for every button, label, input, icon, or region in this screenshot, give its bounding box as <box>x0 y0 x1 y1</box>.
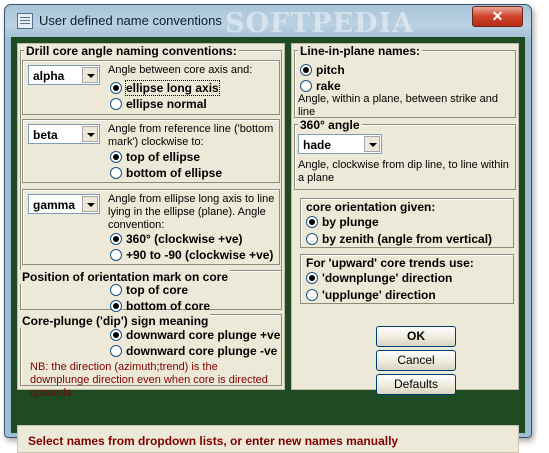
chevron-down-icon[interactable] <box>82 67 98 83</box>
plunge-note: NB: the direction (azimuth;trend) is the… <box>30 361 268 399</box>
chevron-down-icon[interactable] <box>82 126 98 142</box>
mark-option-bottom-radio[interactable] <box>110 300 122 312</box>
orientation-option-plunge-radio[interactable] <box>306 216 318 228</box>
beta-option-top[interactable]: top of ellipse <box>126 150 200 164</box>
beta-option-bottom[interactable]: bottom of ellipse <box>126 166 222 180</box>
upward-option-upplunge-radio[interactable] <box>306 289 318 301</box>
upward-option-downplunge[interactable]: 'downplunge' direction <box>322 271 452 285</box>
gamma-description: Angle from ellipse long axis to line lyi… <box>108 193 275 231</box>
orientation-option-zenith[interactable]: by zenith (angle from vertical) <box>322 232 492 246</box>
angle-360-description: Angle, clockwise from dip line, to line … <box>298 159 509 184</box>
close-button[interactable]: ✕ <box>472 6 523 27</box>
angle-360-combo-value: hade <box>303 138 332 152</box>
line-in-plane-title: Line-in-plane names: <box>298 44 423 58</box>
beta-option-top-radio[interactable] <box>110 151 122 163</box>
gamma-combo-value: gamma <box>33 198 76 212</box>
orientation-option-plunge[interactable]: by plunge <box>322 215 379 229</box>
alpha-option-ellipse-long-axis[interactable]: ellipse long axis <box>125 80 220 96</box>
plunge-option-negative[interactable]: downward core plunge -ve <box>126 344 277 358</box>
dialog-window: User defined name conventions SOFTPEDIA … <box>4 4 532 453</box>
line-option-rake-radio[interactable] <box>300 80 312 92</box>
chevron-down-icon[interactable] <box>82 196 98 212</box>
alpha-option-ellipse-long-axis-radio[interactable] <box>110 82 122 94</box>
drill-core-title: Drill core angle naming conventions: <box>24 44 239 58</box>
gamma-option-90[interactable]: +90 to -90 (clockwise +ve) <box>126 248 273 262</box>
core-plunge-title: Core-plunge ('dip') sign meaning <box>20 314 211 328</box>
alpha-combo[interactable]: alpha <box>28 65 100 85</box>
left-panel: Drill core angle naming conventions: alp… <box>17 43 285 399</box>
gamma-option-360-radio[interactable] <box>110 233 122 245</box>
alpha-option-ellipse-normal-radio[interactable] <box>110 98 122 110</box>
alpha-description: Angle between core axis and: <box>108 64 253 76</box>
orientation-option-zenith-radio[interactable] <box>306 233 318 245</box>
status-text: Select names from dropdown lists, or ent… <box>28 434 399 448</box>
mark-option-top[interactable]: top of core <box>126 283 188 297</box>
line-in-plane-description: Angle, within a plane, between strike an… <box>298 93 498 118</box>
upward-option-downplunge-radio[interactable] <box>306 272 318 284</box>
line-option-pitch[interactable]: pitch <box>316 63 345 77</box>
beta-combo[interactable]: beta <box>28 124 100 144</box>
right-panel: Line-in-plane names: pitch rake Angle, w… <box>291 43 519 395</box>
gamma-combo[interactable]: gamma <box>28 194 100 214</box>
core-orientation-title: core orientation given: <box>304 200 438 214</box>
mark-option-top-radio[interactable] <box>110 284 122 296</box>
angle-360-combo[interactable]: hade <box>298 134 382 154</box>
gamma-option-360[interactable]: 360° (clockwise +ve) <box>126 232 243 246</box>
line-option-pitch-radio[interactable] <box>300 64 312 76</box>
upward-option-upplunge[interactable]: 'upplunge' direction <box>322 288 436 302</box>
alpha-option-ellipse-normal[interactable]: ellipse normal <box>126 97 207 111</box>
cancel-button[interactable]: Cancel <box>376 350 456 371</box>
plunge-option-negative-radio[interactable] <box>110 345 122 357</box>
defaults-button[interactable]: Defaults <box>376 374 456 395</box>
gamma-option-90-radio[interactable] <box>110 249 122 261</box>
app-icon <box>17 13 33 29</box>
title-bar[interactable]: User defined name conventions SOFTPEDIA … <box>5 5 531 39</box>
beta-option-bottom-radio[interactable] <box>110 167 122 179</box>
chevron-down-icon[interactable] <box>364 136 380 152</box>
plunge-option-positive[interactable]: downward core plunge +ve <box>126 328 280 342</box>
orientation-mark-title: Position of orientation mark on core <box>20 270 231 284</box>
ok-button[interactable]: OK <box>376 326 456 347</box>
watermark-text: SOFTPEDIA <box>225 8 415 39</box>
beta-description: Angle from reference line ('bottom mark'… <box>108 123 274 148</box>
alpha-combo-value: alpha <box>33 69 65 83</box>
dialog-body: Drill core angle naming conventions: alp… <box>11 37 525 453</box>
angle-360-title: 360° angle <box>298 118 362 132</box>
plunge-option-positive-radio[interactable] <box>110 329 122 341</box>
upward-core-title: For 'upward' core trends use: <box>304 256 476 270</box>
line-option-rake[interactable]: rake <box>316 79 341 93</box>
window-title: User defined name conventions <box>39 13 222 28</box>
mark-option-bottom[interactable]: bottom of core <box>126 299 210 313</box>
status-bar: Select names from dropdown lists, or ent… <box>17 425 519 453</box>
beta-combo-value: beta <box>33 128 58 142</box>
